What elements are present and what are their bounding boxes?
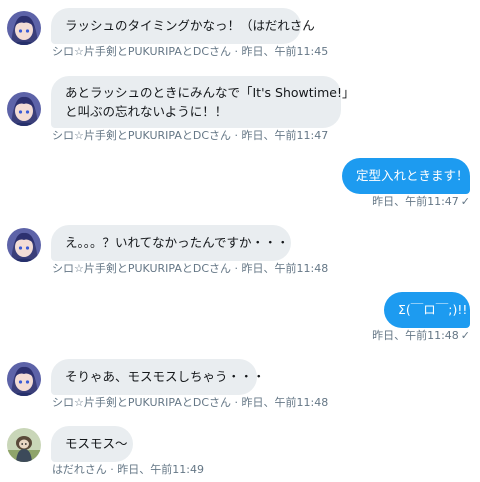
anime-avatar-icon	[7, 11, 41, 45]
anime-avatar-icon	[7, 228, 41, 262]
message-bubble[interactable]: Σ(￣ロ￣;)!!	[384, 292, 470, 328]
timestamp: 昨日、午前11:47	[241, 129, 329, 142]
message-bubble[interactable]: 定型入れときます！	[342, 158, 470, 194]
message-meta: シロ☆片手剣とPUKURIPAとDCさん · 昨日、午前11:47	[52, 129, 328, 143]
character-avatar-icon	[7, 428, 41, 462]
message-meta: シロ☆片手剣とPUKURIPAとDCさん · 昨日、午前11:48	[52, 396, 328, 410]
message-meta: シロ☆片手剣とPUKURIPAとDCさん · 昨日、午前11:48	[52, 262, 328, 276]
meta-separator: ·	[231, 129, 242, 142]
sender-avatar[interactable]	[7, 362, 41, 396]
anime-avatar-icon	[7, 92, 41, 126]
message-bubble[interactable]: え。。。？いれてなかったんですか・・・	[51, 225, 291, 261]
timestamp: 昨日、午前11:49	[117, 463, 204, 476]
message-bubble[interactable]: そりゃあ、モスモスしちゃう・・・	[51, 359, 265, 395]
sender-avatar[interactable]	[7, 92, 41, 126]
timestamp: 昨日、午前11:48	[241, 396, 329, 409]
sender-name[interactable]: シロ☆片手剣とPUKURIPAとDCさん	[52, 129, 231, 142]
message-line: と叫ぶの忘れないように！！	[65, 104, 228, 119]
sender-avatar[interactable]	[7, 11, 41, 45]
sender-avatar[interactable]	[7, 428, 41, 462]
message-meta: はだれさん · 昨日、午前11:49	[52, 463, 204, 477]
timestamp: 昨日、午前11:48	[372, 329, 459, 342]
meta-separator: ·	[231, 45, 242, 58]
meta-separator: ·	[106, 463, 118, 476]
sender-name[interactable]: はだれさん	[52, 463, 107, 476]
timestamp: 昨日、午前11:48	[241, 262, 329, 275]
sender-avatar[interactable]	[7, 228, 41, 262]
sender-name[interactable]: シロ☆片手剣とPUKURIPAとDCさん	[52, 45, 231, 58]
timestamp: 昨日、午前11:47	[372, 195, 459, 208]
sent-check-icon: ✓	[460, 195, 470, 208]
message-line: あとラッシュのときにみんなで「It's Showtime!」	[65, 85, 355, 100]
message-meta: 昨日、午前11:47 ✓	[372, 195, 470, 209]
anime-avatar-icon	[7, 362, 41, 396]
message-bubble[interactable]: あとラッシュのときにみんなで「It's Showtime!」 と叫ぶの忘れないよ…	[51, 76, 355, 128]
meta-separator: ·	[231, 396, 242, 409]
timestamp: 昨日、午前11:45	[241, 45, 329, 58]
sent-check-icon: ✓	[460, 329, 470, 342]
meta-separator: ·	[231, 262, 242, 275]
message-meta: 昨日、午前11:48 ✓	[372, 329, 470, 343]
sender-name[interactable]: シロ☆片手剣とPUKURIPAとDCさん	[52, 262, 231, 275]
sender-name[interactable]: シロ☆片手剣とPUKURIPAとDCさん	[52, 396, 231, 409]
message-meta: シロ☆片手剣とPUKURIPAとDCさん · 昨日、午前11:45	[52, 45, 328, 59]
message-bubble[interactable]: ラッシュのタイミングかなっ！（はだれさん	[51, 8, 315, 44]
message-bubble[interactable]: モスモス〜	[51, 426, 133, 462]
